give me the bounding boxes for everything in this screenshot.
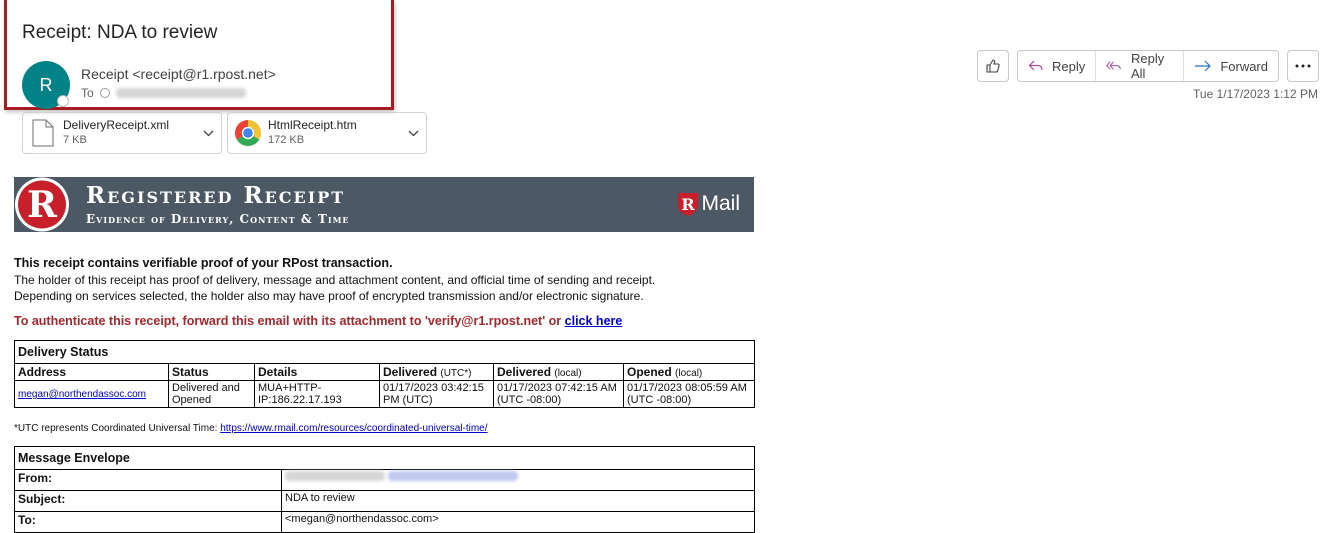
verify-instructions: To authenticate this receipt, forward th… [14, 314, 622, 328]
email-timestamp: Tue 1/17/2023 1:12 PM [1193, 87, 1318, 101]
reply-all-button[interactable]: Reply All [1095, 51, 1183, 81]
recipient-line: To [81, 86, 246, 100]
avatar-initial: R [39, 74, 53, 95]
reply-icon [1028, 60, 1043, 71]
from-value [281, 469, 755, 491]
chevron-down-icon [203, 130, 213, 136]
click-here-link[interactable]: click here [565, 314, 623, 328]
attachment-menu-chevron[interactable] [195, 130, 221, 137]
banner-title: Registered Receipt [86, 182, 346, 209]
rpost-logo-icon: R [15, 177, 69, 232]
message-envelope-table: Message Envelope From: Subject: NDA to r… [14, 446, 755, 533]
attachment-name: DeliveryReceipt.xml [63, 118, 170, 132]
intro-lead: This receipt contains verifiable proof o… [14, 256, 393, 270]
forward-arrow-icon [1195, 60, 1212, 72]
reply-button[interactable]: Reply [1018, 51, 1095, 81]
banner-subtitle: Evidence of Delivery, Content & Time [86, 212, 350, 226]
to-row-value: <megan@northendassoc.com> [281, 511, 755, 533]
recipient-email-link[interactable]: megan@northendassoc.com [18, 389, 146, 400]
subject-value: NDA to review [281, 490, 755, 512]
rmail-shield-icon: R [678, 193, 699, 216]
chrome-icon [234, 120, 262, 147]
to-label: To [81, 86, 94, 100]
recipient-redacted[interactable] [115, 88, 246, 98]
forward-button[interactable]: Forward [1183, 51, 1278, 81]
attachment-delivery-receipt[interactable]: DeliveryReceipt.xml 7 KB [22, 112, 222, 154]
to-row-label: To: [14, 511, 282, 533]
receipt-intro: This receipt contains verifiable proof o… [14, 255, 754, 305]
verify-text: To authenticate this receipt, forward th… [14, 314, 565, 328]
presence-status-icon [57, 95, 69, 107]
reply-all-label: Reply All [1130, 51, 1165, 81]
attachment-size: 7 KB [63, 134, 87, 146]
attachment-name: HtmlReceipt.htm [268, 118, 357, 132]
col-opened: Opened (local) [623, 363, 755, 381]
status-cell: Delivered and Opened [168, 380, 255, 408]
delivery-status-title: Delivery Status [14, 340, 755, 364]
col-delivered-utc: Delivered (UTC*) [379, 363, 494, 381]
subject-label: Subject: [14, 490, 282, 512]
thumbs-up-icon [986, 59, 1000, 73]
intro-line-1: The holder of this receipt has proof of … [14, 272, 656, 287]
rmail-logo: R Mail [677, 191, 740, 217]
col-details: Details [254, 363, 380, 381]
like-button[interactable] [977, 50, 1009, 82]
table-row: megan@northendassoc.com Delivered and Op… [14, 380, 755, 408]
logo-letter: R [27, 184, 58, 226]
from-label: From: [14, 469, 282, 491]
rmail-logo-letter: R [682, 195, 696, 214]
more-actions-button[interactable] [1287, 50, 1319, 82]
col-delivered-local: Delivered (local) [493, 363, 624, 381]
registered-receipt-banner: R Registered Receipt Evidence of Deliver… [14, 177, 754, 232]
col-status: Status [168, 363, 255, 381]
sender-name[interactable]: Receipt <receipt@r1.rpost.net> [81, 66, 276, 82]
attachment-html-receipt[interactable]: HtmlReceipt.htm 172 KB [227, 112, 427, 154]
delivered-utc-cell: 01/17/2023 03:42:15 PM (UTC) [379, 380, 494, 408]
rmail-brand: Mail [701, 192, 740, 215]
delivery-status-table: Delivery Status Address Status Details D… [14, 340, 755, 408]
col-address: Address [14, 363, 169, 381]
delivered-local-cell: 01/17/2023 07:42:15 AM (UTC -08:00) [493, 380, 624, 408]
intro-line-2: Depending on services selected, the hold… [14, 289, 644, 303]
more-dots-icon [1295, 64, 1311, 68]
email-subject: Receipt: NDA to review [22, 22, 218, 43]
envelope-title: Message Envelope [14, 446, 755, 470]
recipient-presence-icon [99, 88, 110, 98]
reply-button-group: Reply Reply All Forward [1017, 50, 1279, 82]
opened-cell: 01/17/2023 08:05:59 AM (UTC -08:00) [623, 380, 755, 408]
reply-label: Reply [1052, 58, 1086, 74]
attachment-menu-chevron[interactable] [400, 130, 426, 137]
file-icon [32, 119, 54, 147]
utc-footnote: *UTC represents Coordinated Universal Ti… [14, 423, 488, 434]
forward-label: Forward [1220, 58, 1268, 74]
utc-link[interactable]: https://www.rmail.com/resources/coordina… [220, 423, 487, 434]
chevron-down-icon [408, 130, 418, 136]
reply-all-icon [1106, 61, 1121, 70]
attachment-size: 172 KB [268, 134, 305, 146]
details-cell: MUA+HTTP-IP:186.22.17.193 [254, 380, 380, 408]
